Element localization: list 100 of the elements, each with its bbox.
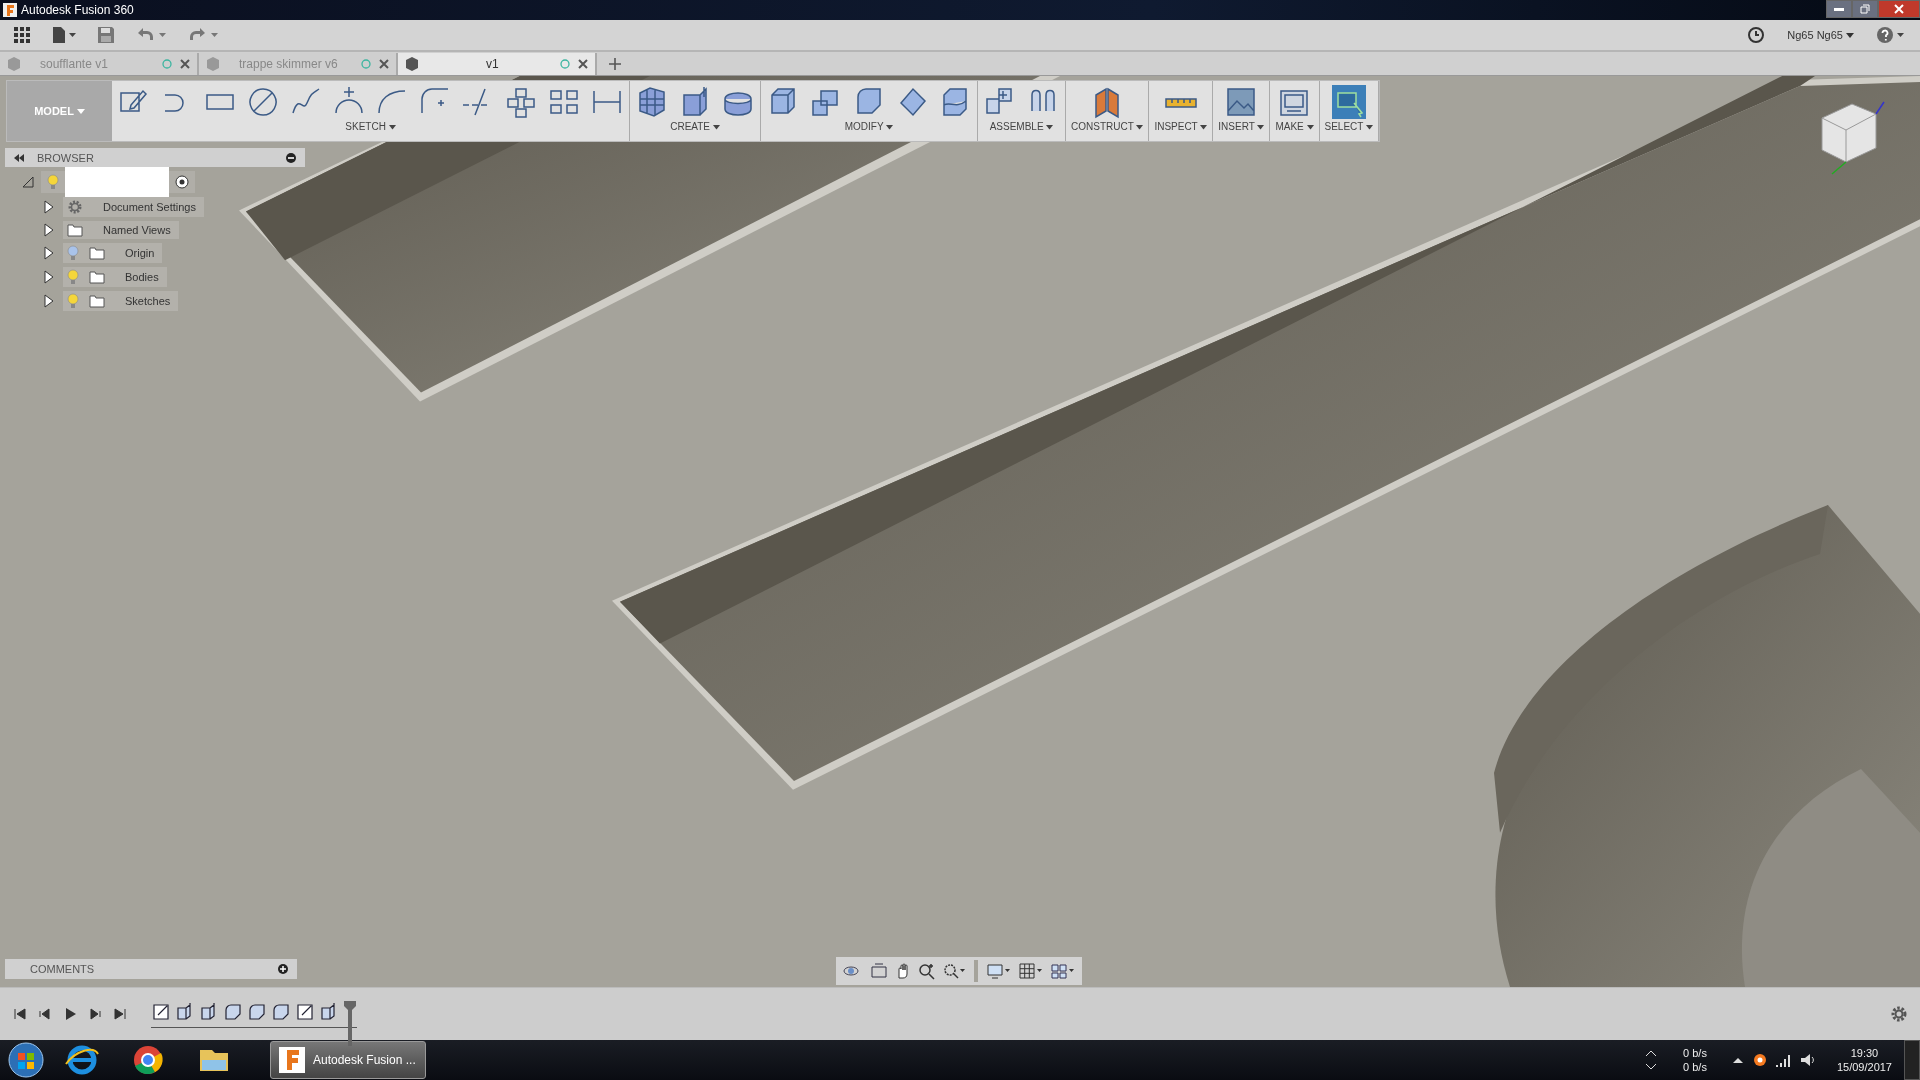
browser-item-label: Bodies — [124, 271, 159, 283]
settings-icon[interactable] — [1890, 1005, 1908, 1023]
toolbar-group-menu[interactable]: INSERT — [1218, 119, 1265, 132]
help-icon[interactable] — [1876, 26, 1906, 44]
app-logo-icon — [279, 1047, 305, 1073]
browser-item-label: Sketches — [124, 295, 171, 307]
close-tab-icon[interactable] — [577, 57, 589, 70]
display-icon[interactable] — [986, 962, 1012, 980]
clock-date: 15/09/2017 — [1836, 1060, 1892, 1074]
browser-title: BROWSER — [37, 151, 95, 164]
expand-triangle-icon[interactable] — [43, 294, 55, 308]
sketch-step-icon[interactable] — [295, 1002, 315, 1022]
skip-end-icon[interactable] — [112, 1006, 128, 1022]
zoom-window-icon[interactable] — [942, 962, 966, 980]
caret-icon — [1046, 125, 1054, 130]
toolbar-group-menu[interactable]: INSPECT — [1154, 119, 1208, 132]
close-button[interactable] — [1878, 0, 1920, 18]
status-circle-icon — [161, 57, 173, 70]
minus-circle-icon[interactable] — [285, 151, 297, 164]
collapse-panel-icon[interactable] — [13, 152, 25, 163]
toolbar-group-menu[interactable]: MODIFY — [844, 119, 894, 132]
pattern-icon[interactable] — [504, 85, 538, 119]
cube-icon — [6, 55, 22, 72]
cube-icon — [205, 55, 221, 72]
select-icon[interactable] — [1331, 85, 1366, 119]
timeline-marker-icon[interactable] — [343, 1000, 357, 1046]
app-logo-icon — [3, 3, 17, 17]
expand-triangle-icon[interactable] — [43, 246, 55, 260]
camera-frame-icon[interactable] — [870, 962, 888, 980]
restore-icon — [1859, 4, 1871, 14]
comments-title: COMMENTS — [30, 963, 96, 975]
toolbar-group-menu[interactable]: ASSEMBLE — [989, 119, 1054, 132]
clock-icon[interactable] — [1747, 26, 1766, 44]
status-circle-icon — [360, 57, 372, 70]
tab-label: trappe skimmer v6 — [238, 56, 339, 71]
close-tab-icon[interactable] — [179, 57, 191, 70]
minimize-button[interactable] — [1826, 0, 1852, 18]
zoom-icon[interactable] — [918, 962, 936, 980]
toolbar-group-menu[interactable]: SKETCH — [345, 119, 396, 132]
toolbar-group-menu[interactable]: SELECT — [1324, 119, 1374, 132]
browser-item-label: Origin — [124, 247, 155, 259]
folder-icon — [89, 246, 105, 260]
grid-icon[interactable] — [1018, 962, 1044, 980]
minimize-icon — [1834, 7, 1844, 11]
cube-icon — [404, 55, 420, 72]
restore-button[interactable] — [1852, 0, 1878, 18]
browser-item-label: Document Settings — [102, 201, 196, 213]
browser-item-label: Named Views — [102, 224, 171, 236]
folder-icon — [89, 270, 105, 284]
browser-item[interactable]: Bodies — [63, 267, 167, 287]
browser-item[interactable]: Document Settings — [63, 197, 204, 217]
save-icon[interactable] — [96, 25, 116, 45]
caret-icon — [76, 109, 85, 115]
caret-icon — [388, 125, 396, 130]
taskbar-app-button[interactable]: Autodesk Fusion ... — [270, 1041, 426, 1079]
browser-item[interactable]: Origin — [63, 243, 163, 263]
status-circle-icon — [559, 57, 571, 70]
upload-speed: 0 b/s — [1683, 1046, 1707, 1060]
fillet-step-icon[interactable] — [247, 1002, 267, 1022]
plus-circle-icon[interactable] — [277, 963, 289, 975]
fillet-step-icon[interactable] — [223, 1002, 243, 1022]
user-menu[interactable]: Ng65 Ng65 — [1783, 29, 1858, 41]
expand-triangle-icon[interactable] — [21, 175, 35, 189]
sketch-step-icon[interactable] — [151, 1002, 171, 1022]
document-tab[interactable]: v1 — [398, 52, 597, 75]
speaker-icon[interactable] — [1798, 1051, 1817, 1069]
caret-icon — [712, 125, 720, 130]
new-tab-icon[interactable] — [607, 55, 623, 72]
fillet-step-icon[interactable] — [271, 1002, 291, 1022]
expand-triangle-icon[interactable] — [43, 223, 55, 237]
close-icon — [1893, 4, 1905, 14]
caret-icon — [1257, 125, 1265, 130]
toolbar-group-menu[interactable]: CREATE — [670, 119, 720, 132]
toolbar-group-menu[interactable]: CONSTRUCT — [1071, 119, 1144, 132]
expand-triangle-icon[interactable] — [43, 270, 55, 284]
browser-item[interactable]: Named Views — [63, 221, 179, 239]
apps-grid-icon[interactable] — [12, 25, 32, 45]
step-back-icon[interactable] — [37, 1006, 53, 1022]
caret-icon — [1366, 125, 1374, 130]
start-button-icon[interactable] — [6, 1040, 46, 1080]
caret-icon — [1200, 125, 1208, 130]
caret-icon — [1846, 33, 1854, 39]
download-speed: 0 b/s — [1683, 1060, 1707, 1074]
browser-item[interactable]: Sketches — [63, 291, 179, 311]
toolbar-group-menu[interactable]: MAKE — [1275, 119, 1314, 132]
tab-label: soufflante v1 — [39, 56, 109, 71]
gear-icon — [67, 199, 83, 215]
step-forward-icon[interactable] — [87, 1006, 103, 1022]
caret-icon — [886, 125, 894, 130]
viewports-icon[interactable] — [1050, 962, 1076, 980]
folder-icon — [89, 294, 105, 308]
caret-icon — [1136, 125, 1144, 130]
file-menu-icon[interactable] — [50, 25, 78, 45]
expand-triangle-icon[interactable] — [43, 200, 55, 214]
skip-start-icon[interactable] — [12, 1006, 28, 1022]
tab-label: v1 — [485, 56, 500, 71]
folder-icon — [67, 223, 83, 237]
close-tab-icon[interactable] — [378, 57, 390, 70]
radio-target-icon[interactable] — [175, 175, 189, 189]
caret-icon — [1306, 125, 1314, 130]
